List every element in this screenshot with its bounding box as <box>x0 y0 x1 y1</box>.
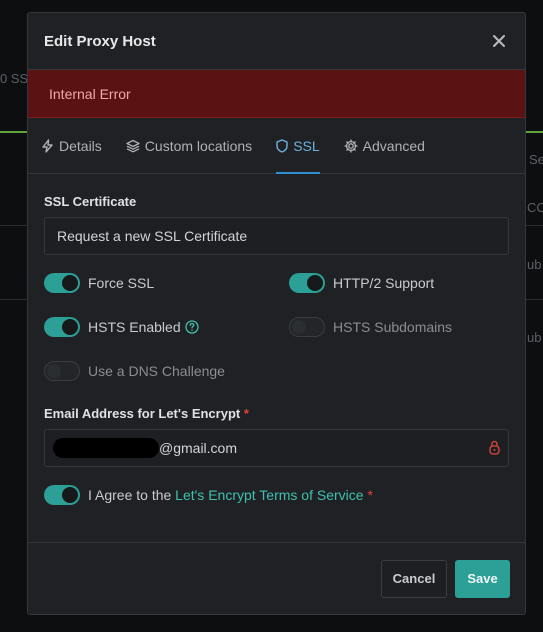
help-icon[interactable] <box>184 320 199 334</box>
background-fragment-se: Se <box>529 152 543 167</box>
agree-required-mark: * <box>367 487 373 503</box>
tab-custom-locations-label: Custom locations <box>144 137 253 154</box>
redacted-email-user <box>53 438 159 458</box>
modal-title: Edit Proxy Host <box>44 32 156 50</box>
force-ssl-label: Force SSL <box>88 275 155 291</box>
ssl-form: SSL Certificate Request a new SSL Certif… <box>28 194 525 506</box>
email-field[interactable]: @gmail.com <box>44 429 509 467</box>
hsts-toggle-row[interactable]: HSTS Enabled <box>44 314 289 340</box>
ssl-certificate-label: SSL Certificate <box>44 194 137 209</box>
shield-icon <box>276 138 288 153</box>
agree-tos-row[interactable]: I Agree to the Let's Encrypt Terms of Se… <box>44 484 509 506</box>
dns-challenge-toggle-row[interactable]: Use a DNS Challenge <box>44 358 289 384</box>
background-divider-right <box>526 225 543 226</box>
ssl-options: Force SSL HTTP/2 Support HSTS Enabled HS… <box>44 270 509 384</box>
email-label: Email Address for Let's Encrypt * <box>44 406 509 421</box>
email-value: @gmail.com <box>159 440 238 456</box>
edit-proxy-host-modal: Edit Proxy Host Internal Error Details C… <box>27 12 526 615</box>
gear-icon <box>344 138 358 153</box>
hsts-enabled-label: HSTS Enabled <box>88 319 181 335</box>
modal-header: Edit Proxy Host <box>28 13 525 70</box>
background-accent-line-right <box>526 131 543 133</box>
http2-toggle-row[interactable]: HTTP/2 Support <box>289 270 509 296</box>
error-alert: Internal Error <box>28 70 525 118</box>
http2-support-label: HTTP/2 Support <box>333 275 435 291</box>
lock-icon <box>489 440 500 458</box>
ssl-certificate-select[interactable]: Request a new SSL Certificate <box>44 217 509 255</box>
agree-tos-toggle[interactable] <box>44 485 80 505</box>
tab-ssl[interactable]: SSL <box>276 118 321 174</box>
hsts-subdomains-label: HSTS Subdomains <box>333 319 453 335</box>
hsts-enabled-toggle[interactable] <box>44 317 80 337</box>
cancel-button[interactable]: Cancel <box>381 559 447 598</box>
background-fragment-cc: CC <box>527 200 543 215</box>
email-label-text: Email Address for Let's Encrypt <box>44 406 241 421</box>
background-divider <box>0 225 27 226</box>
tab-details-label: Details <box>59 137 102 154</box>
force-ssl-toggle-row[interactable]: Force SSL <box>44 270 289 296</box>
tab-advanced-label: Advanced <box>362 137 425 154</box>
background-accent-line <box>0 131 27 133</box>
background-fragment-ub: ub <box>527 257 542 272</box>
hsts-subdomains-toggle[interactable] <box>289 317 325 337</box>
error-alert-text: Internal Error <box>49 85 131 102</box>
hsts-subdomains-toggle-row[interactable]: HSTS Subdomains <box>289 314 509 340</box>
required-mark: * <box>243 406 249 421</box>
terms-of-service-link[interactable]: Let's Encrypt Terms of Service <box>175 487 363 503</box>
modal-footer: Cancel Save <box>28 542 525 614</box>
tab-details[interactable]: Details <box>41 118 102 173</box>
close-icon <box>493 35 505 47</box>
dns-challenge-toggle[interactable] <box>44 361 80 381</box>
bolt-icon <box>41 138 54 153</box>
tab-advanced[interactable]: Advanced <box>344 118 425 173</box>
background-divider-2-right <box>526 299 543 300</box>
background-fragment-ub-2: ub <box>527 330 542 345</box>
background-divider-2 <box>0 299 27 300</box>
tab-custom-locations[interactable]: Custom locations <box>126 118 252 173</box>
close-button[interactable] <box>489 31 509 51</box>
tab-bar: Details Custom locations SSL Advanced <box>28 118 525 174</box>
agree-tos-label: I Agree to the Let's Encrypt Terms of Se… <box>88 487 373 503</box>
agree-prefix: I Agree to the <box>88 487 176 503</box>
dns-challenge-label: Use a DNS Challenge <box>88 363 225 379</box>
layers-icon <box>126 139 140 153</box>
ssl-certificate-value: Request a new SSL Certificate <box>57 228 248 244</box>
tab-ssl-label: SSL <box>293 137 320 154</box>
http2-support-toggle[interactable] <box>289 273 325 293</box>
save-button[interactable]: Save <box>455 559 510 598</box>
force-ssl-toggle[interactable] <box>44 273 80 293</box>
